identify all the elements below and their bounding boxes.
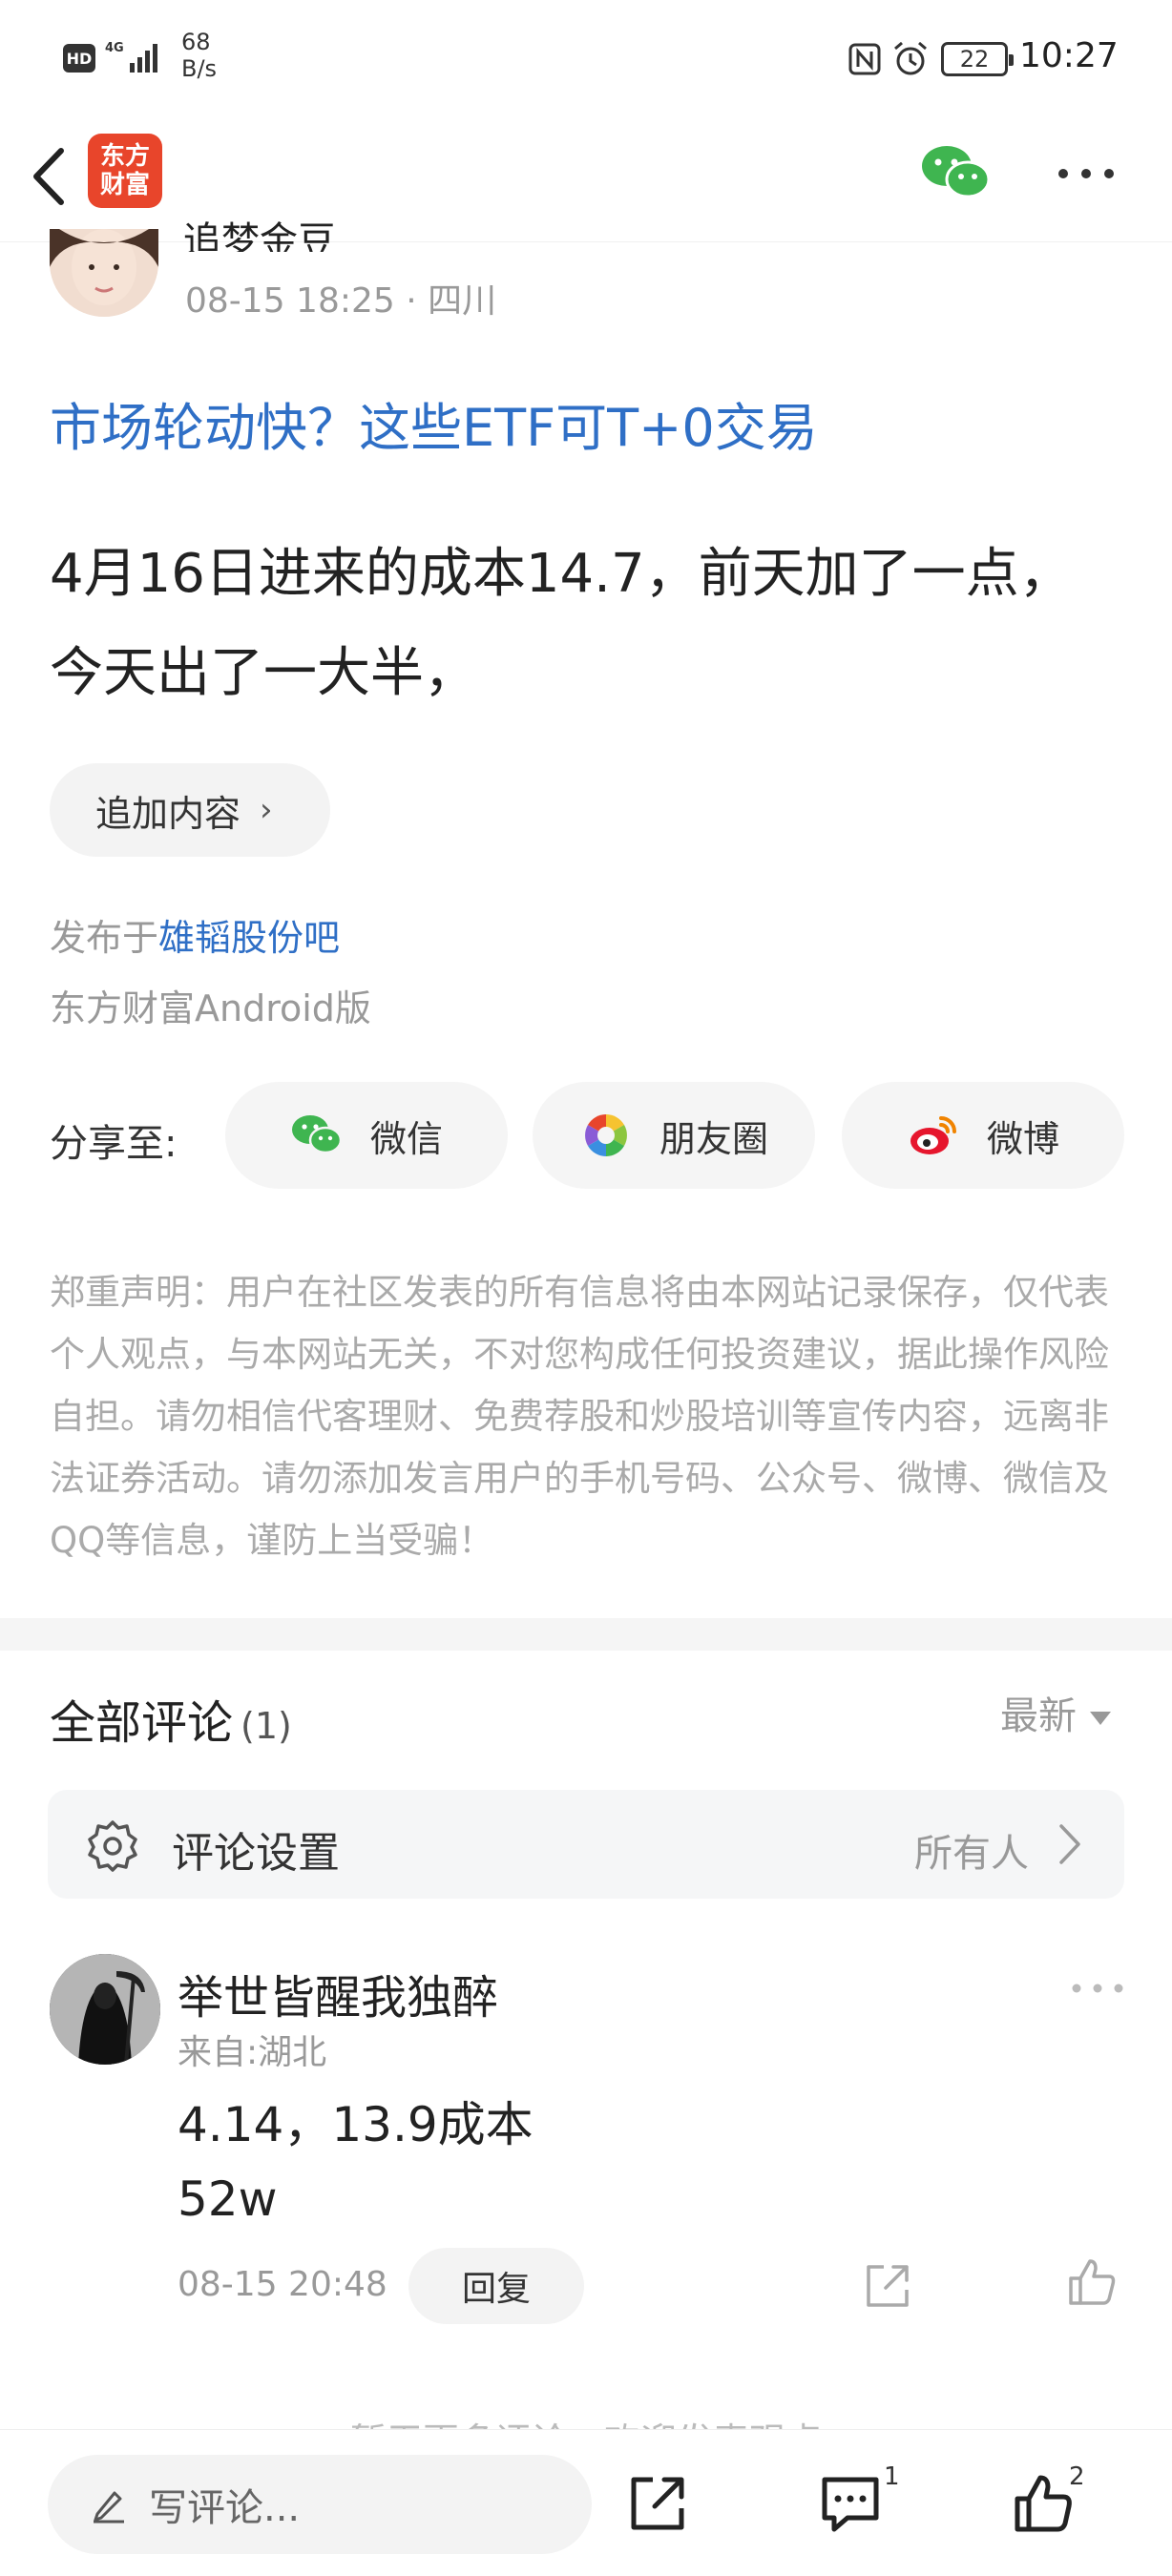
post-meta: 08-15 18:25 · 四川 xyxy=(185,281,497,321)
comment-count-badge: 1 xyxy=(884,2462,900,2491)
svg-text:4G: 4G xyxy=(105,41,124,55)
wechat-icon xyxy=(291,1115,343,1154)
append-content-label: 追加内容 xyxy=(95,792,241,835)
battery-indicator: 22 xyxy=(941,42,1014,76)
comment-settings-label: 评论设置 xyxy=(172,1829,340,1878)
share-wechat-button[interactable]: 微信 xyxy=(225,1082,508,1189)
status-bar: HD 4G 68 B/s 22 10:27 xyxy=(0,0,1172,118)
dropdown-triangle-icon xyxy=(1090,1712,1111,1725)
comment-settings-row[interactable]: 评论设置 所有人 xyxy=(48,1790,1124,1899)
share-moments-button[interactable]: 朋友圈 xyxy=(533,1082,815,1189)
share-icon[interactable] xyxy=(626,2472,689,2535)
moments-icon xyxy=(585,1114,627,1156)
commenter-location: 来自:湖北 xyxy=(178,2033,327,2072)
reply-label: 回复 xyxy=(461,2270,531,2309)
share-weibo-label: 微博 xyxy=(986,1117,1059,1160)
gear-icon xyxy=(88,1820,137,1872)
comment-settings-value: 所有人 xyxy=(914,1832,1029,1876)
commenter-avatar-image xyxy=(50,1954,160,2065)
clock: 10:27 xyxy=(1019,36,1119,75)
write-comment-placeholder: 写评论... xyxy=(149,2486,301,2530)
more-options-icon[interactable] xyxy=(1056,162,1117,185)
back-arrow-icon[interactable] xyxy=(25,143,73,210)
pencil-icon xyxy=(94,2491,124,2524)
bottom-action-bar: 写评论... 1 2 xyxy=(0,2429,1172,2576)
comment-share-icon[interactable] xyxy=(863,2261,912,2311)
client-info: 东方财富Android版 xyxy=(50,987,371,1029)
nfc-icon xyxy=(848,43,881,75)
comments-count: (1) xyxy=(241,1705,292,1747)
like-icon[interactable] xyxy=(1012,2472,1075,2535)
section-divider xyxy=(0,1618,1172,1651)
share-label: 分享至: xyxy=(50,1122,178,1166)
hd-indicator: HD xyxy=(63,44,95,73)
comments-title: 全部评论 xyxy=(50,1696,234,1750)
stock-bar-link[interactable]: 雄韬股份吧 xyxy=(158,917,340,959)
share-wechat-label: 微信 xyxy=(369,1117,443,1160)
comment-more-icon[interactable] xyxy=(1071,1979,1124,1998)
comment-line: 52w xyxy=(178,2171,278,2227)
published-in: 发布于雄韬股份吧 xyxy=(50,908,340,961)
commenter-avatar[interactable] xyxy=(50,1954,160,2065)
reply-button[interactable]: 回复 xyxy=(408,2248,584,2324)
post-body-line: 今天出了一大半， xyxy=(50,642,477,704)
promo-topic-link[interactable]: 市场轮动快？这些ETF可T+0交易 xyxy=(50,385,818,461)
append-content-button[interactable]: 追加内容 › xyxy=(50,763,330,857)
author-avatar-image xyxy=(50,229,158,317)
commenter-name[interactable]: 举世皆醒我独醉 xyxy=(178,1960,498,2026)
top-nav-bar: 东方 财富 xyxy=(0,118,1172,242)
author-avatar[interactable] xyxy=(50,229,158,317)
network-rate: 68 B/s xyxy=(181,29,217,82)
share-moments-label: 朋友圈 xyxy=(659,1117,768,1160)
comment-text: 4.14，13.9成本 52w xyxy=(178,2088,534,2236)
sort-dropdown[interactable]: 最新 xyxy=(1000,1685,1111,1740)
comments-heading: 全部评论 (1) xyxy=(50,1685,292,1752)
signal-icon: 4G xyxy=(105,41,157,73)
published-prefix: 发布于 xyxy=(50,917,159,959)
chevron-right-icon xyxy=(1059,1824,1080,1864)
alarm-icon xyxy=(894,41,927,75)
disclaimer-text: 郑重声明：用户在社区发表的所有信息将由本网站记录保存，仅代表个人观点，与本网站无… xyxy=(50,1272,1109,1561)
sort-label: 最新 xyxy=(1000,1694,1077,1738)
wechat-share-icon[interactable] xyxy=(920,143,991,202)
logo-text-top: 东方 xyxy=(99,142,150,171)
logo-text-bottom: 财富 xyxy=(99,171,150,199)
share-weibo-button[interactable]: 微博 xyxy=(842,1082,1124,1189)
eastmoney-logo[interactable]: 东方 财富 xyxy=(88,134,162,208)
comment-like-icon[interactable] xyxy=(1065,2255,1119,2309)
comment-time: 08-15 20:48 xyxy=(178,2265,387,2304)
weibo-icon xyxy=(910,1116,956,1154)
post-body-line: 4月16日进来的成本14.7，前天加了一点， xyxy=(50,543,1073,605)
chevron-right-icon: › xyxy=(260,791,273,829)
rate-unit: B/s xyxy=(181,55,218,82)
like-count-badge: 2 xyxy=(1069,2462,1085,2491)
post-body: 4月16日进来的成本14.7，前天加了一点， 今天出了一大半， xyxy=(50,525,1128,723)
write-comment-input[interactable]: 写评论... xyxy=(48,2455,592,2554)
comment-line: 4.14，13.9成本 xyxy=(178,2097,534,2152)
rate-value: 68 xyxy=(181,29,211,55)
comment-icon[interactable] xyxy=(819,2472,882,2535)
